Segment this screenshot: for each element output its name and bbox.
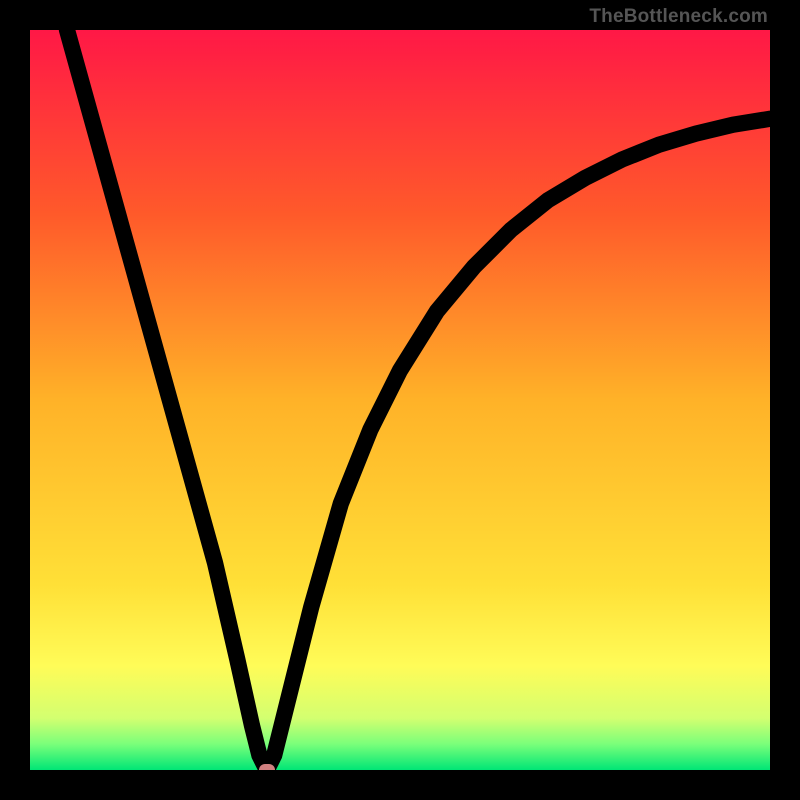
watermark-text: TheBottleneck.com	[589, 6, 768, 28]
bottleneck-curve	[67, 30, 770, 770]
chart-frame: TheBottleneck.com	[0, 0, 800, 800]
optimum-marker	[259, 764, 275, 770]
plot-area	[30, 30, 770, 770]
curve-svg	[30, 30, 770, 770]
